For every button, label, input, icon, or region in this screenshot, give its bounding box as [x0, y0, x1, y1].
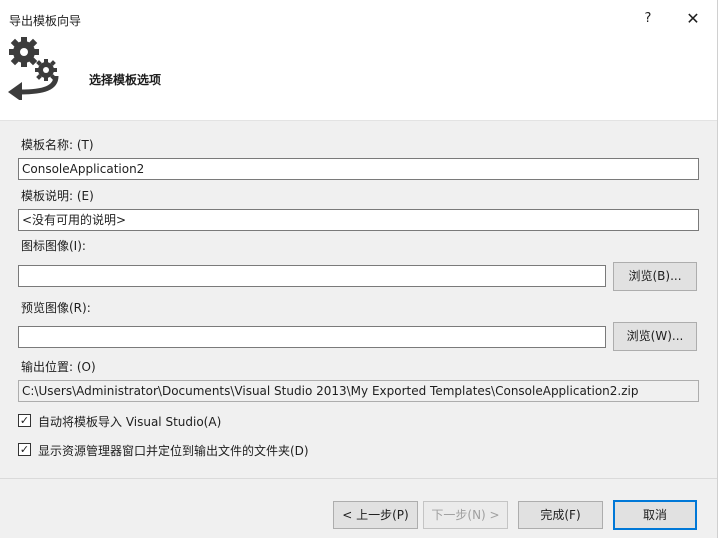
- next-button: 下一步(N) >: [423, 501, 508, 529]
- wizard-header: 选择模板选项: [0, 36, 717, 121]
- page-title: 选择模板选项: [89, 73, 162, 87]
- export-template-dialog: 导出模板向导 ? ✕ 选择模板选项 模板名称: (T) ConsoleAppli…: [0, 0, 718, 538]
- footer-divider: [0, 478, 717, 479]
- browse-icon-button[interactable]: 浏览(B)...: [613, 262, 697, 291]
- show-in-explorer-label: 显示资源管理器窗口并定位到输出文件的文件夹(D): [38, 444, 309, 458]
- help-button[interactable]: ?: [633, 6, 663, 32]
- icon-image-label: 图标图像(I):: [21, 239, 86, 253]
- template-description-input[interactable]: <没有可用的说明>: [18, 209, 699, 231]
- previous-button[interactable]: < 上一步(P): [333, 501, 418, 529]
- template-name-input[interactable]: ConsoleApplication2: [18, 158, 699, 180]
- auto-import-label: 自动将模板导入 Visual Studio(A): [38, 415, 222, 429]
- finish-button[interactable]: 完成(F): [518, 501, 603, 529]
- output-location-label: 输出位置: (O): [21, 360, 96, 374]
- icon-image-input[interactable]: [18, 265, 606, 287]
- auto-import-checkbox[interactable]: ✓: [18, 414, 31, 427]
- title-bar: 导出模板向导 ? ✕: [0, 0, 717, 36]
- template-description-label: 模板说明: (E): [21, 189, 94, 203]
- show-in-explorer-checkbox[interactable]: ✓: [18, 443, 31, 456]
- output-location-field[interactable]: C:\Users\Administrator\Documents\Visual …: [18, 380, 699, 402]
- cancel-button[interactable]: 取消: [613, 500, 697, 530]
- template-name-label: 模板名称: (T): [21, 138, 94, 152]
- window-title: 导出模板向导: [9, 14, 82, 28]
- preview-image-input[interactable]: [18, 326, 606, 348]
- close-button[interactable]: ✕: [678, 6, 708, 32]
- gears-export-icon: [8, 37, 59, 100]
- browse-preview-button[interactable]: 浏览(W)...: [613, 322, 697, 351]
- preview-image-label: 预览图像(R):: [21, 301, 91, 315]
